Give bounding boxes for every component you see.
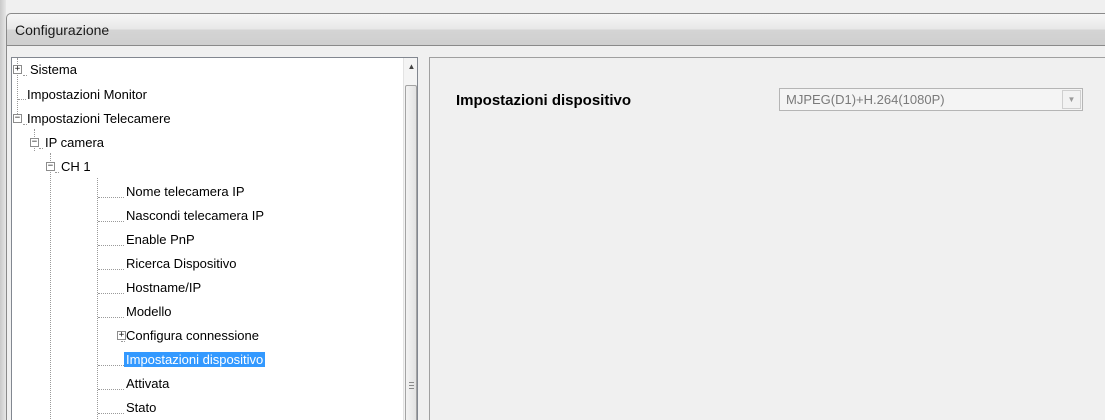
minus-box-icon[interactable]: − [30,138,39,147]
tree-item-label: CH 1 [61,159,91,174]
tree-item-impostazioni-monitor[interactable]: Impostazioni Monitor [25,84,149,106]
tree-connector [97,178,98,420]
tree-item-label: IP camera [45,135,105,150]
plus-box-icon[interactable]: + [13,65,22,74]
grip-line [409,382,414,383]
window-title: Configurazione [15,22,110,38]
tree-item-label: Nome telecamera IP [126,184,245,199]
settings-tree-panel: + − − − + Sistema Impostazioni Monitor I… [11,57,418,420]
tree-connector [23,75,27,76]
tree-item-label: Impostazioni dispositivo [124,352,266,367]
tree-item-nascondi-telecamera-ip[interactable]: Nascondi telecamera IP [124,205,266,227]
tree-item-label: Hostname/IP [126,280,202,295]
tree-connector [98,293,124,294]
tree-item-ch1[interactable]: CH 1 [59,156,93,178]
tree-item-label: Stato [126,400,157,415]
tree-item-label: Nascondi telecamera IP [126,208,265,223]
tree-connector [98,245,124,246]
tree-scrollbar[interactable]: ▲ [403,58,417,420]
tree-connector [98,269,124,270]
tree-item-label: Impostazioni Telecamere [27,111,171,126]
tree-item-enable-pnp[interactable]: Enable PnP [124,229,197,251]
tree-item-label: Configura connessione [126,328,259,343]
tree-connector [98,317,124,318]
grip-line [409,388,414,389]
tree-item-label: Impostazioni Monitor [27,87,147,102]
tree-item-ricerca-dispositivo[interactable]: Ricerca Dispositivo [124,253,239,275]
settings-tree: + − − − + Sistema Impostazioni Monitor I… [12,58,402,420]
settings-detail-panel [429,57,1105,420]
tree-connector [98,389,124,390]
tree-connector [98,197,124,198]
device-settings-value: MJPEG(D1)+H.264(1080P) [786,92,945,107]
minus-box-icon[interactable]: − [46,162,55,171]
tree-connector [98,221,124,222]
chevron-down-icon[interactable]: ▼ [1062,90,1081,109]
tree-item-label: Ricerca Dispositivo [126,256,237,271]
tree-item-label: Sistema [30,62,77,77]
tree-item-nome-telecamera-ip[interactable]: Nome telecamera IP [124,181,247,203]
tree-item-sistema[interactable]: Sistema [28,59,79,81]
tree-item-label: Modello [126,304,172,319]
tree-item-configura-connessione[interactable]: Configura connessione [124,325,261,347]
tree-item-stato[interactable]: Stato [124,397,158,419]
tree-connector [98,365,124,366]
tree-item-label: Attivata [126,376,170,391]
minus-box-icon[interactable]: − [13,114,22,123]
device-settings-label: Impostazioni dispositivo [456,92,632,109]
tree-item-impostazioni-dispositivo[interactable]: Impostazioni dispositivo [124,349,266,371]
tree-connector [98,413,124,414]
tree-item-ip-camera[interactable]: IP camera [43,132,106,154]
scrollbar-thumb[interactable] [405,85,417,420]
tree-item-hostname-ip[interactable]: Hostname/IP [124,277,203,299]
tree-connector [50,153,51,420]
device-settings-select[interactable]: MJPEG(D1)+H.264(1080P) ▼ [779,88,1083,111]
tree-item-attivata[interactable]: Attivata [124,373,171,395]
window-titlebar[interactable]: Configurazione [6,13,1105,46]
tree-item-label: Enable PnP [126,232,195,247]
grip-line [409,385,414,386]
up-arrow-icon[interactable]: ▲ [404,58,417,75]
tree-item-modello[interactable]: Modello [124,301,174,323]
tree-item-impostazioni-telecamere[interactable]: Impostazioni Telecamere [25,108,173,130]
